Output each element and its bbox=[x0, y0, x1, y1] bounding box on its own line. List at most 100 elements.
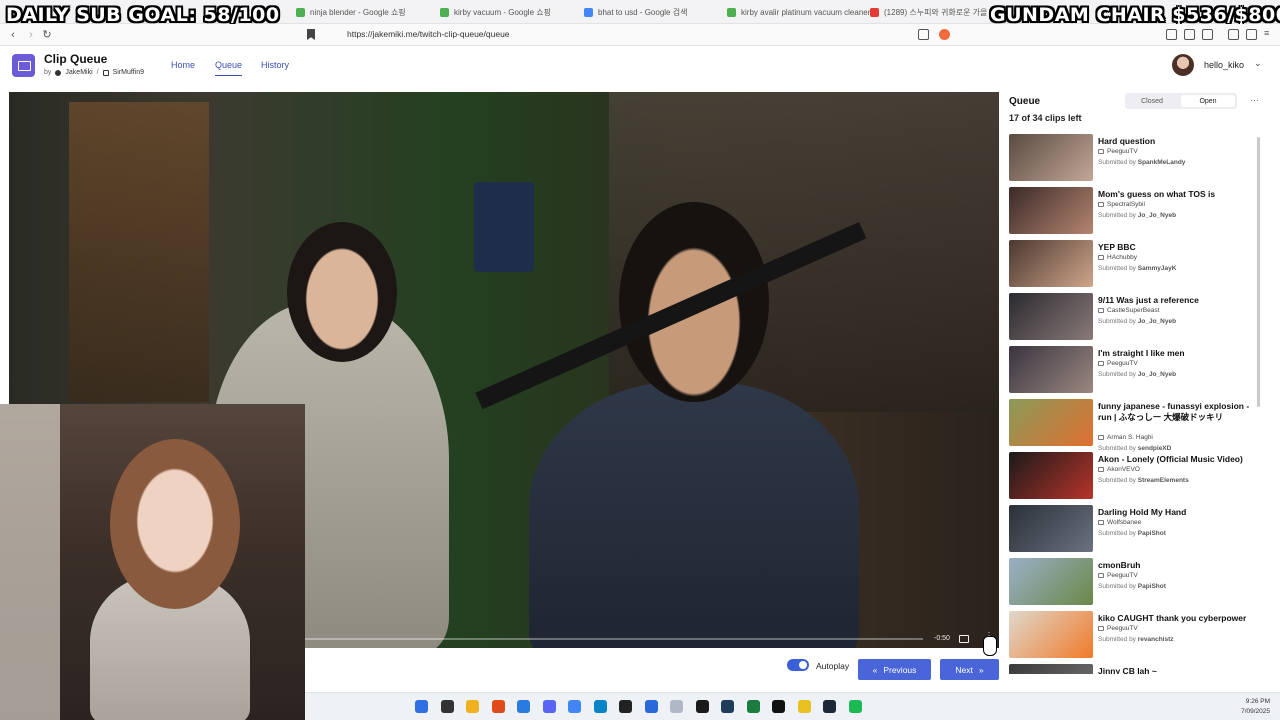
taskbar-app-icon[interactable] bbox=[644, 700, 658, 713]
author-link[interactable]: SirMuffin9 bbox=[113, 69, 144, 76]
reload-icon[interactable]: ↻ bbox=[40, 28, 54, 42]
submitted-by-label: Submitted by bbox=[1098, 265, 1136, 272]
clip-channel-name: Wolfsbanee bbox=[1107, 519, 1142, 526]
app-title: Clip Queue bbox=[44, 52, 108, 66]
nav-history[interactable]: History bbox=[261, 60, 289, 70]
clip-thumbnail[interactable] bbox=[1009, 399, 1093, 446]
clip-thumbnail[interactable] bbox=[1009, 611, 1093, 658]
clip-thumbnail[interactable] bbox=[1009, 346, 1093, 393]
clip-submitter-name: revanchistz bbox=[1137, 636, 1174, 643]
github-icon bbox=[55, 69, 62, 76]
bookmark-icon[interactable] bbox=[307, 29, 315, 40]
extension-icon[interactable] bbox=[1166, 29, 1177, 40]
screenshot-icon[interactable] bbox=[1202, 29, 1213, 40]
browser-tab[interactable]: (1289) 스누피와 귀화로운 가을 🍁 bbox=[870, 4, 1000, 20]
tab-favicon-icon bbox=[870, 7, 879, 17]
taskbar-app-icon[interactable] bbox=[797, 700, 811, 713]
queue-item[interactable]: funny japanese - funassyi explosion - ru… bbox=[1009, 399, 1261, 452]
taskbar-app-icon[interactable] bbox=[568, 700, 581, 713]
clip-title: cmonBruh bbox=[1098, 560, 1141, 570]
queue-item[interactable]: cmonBruh PeeguuTV Submitted by PapiShot bbox=[1009, 558, 1261, 606]
queue-item[interactable]: Hard question PeeguuTV Submitted by Span… bbox=[1009, 134, 1261, 182]
clip-thumbnail[interactable] bbox=[1009, 240, 1093, 287]
clip-submitter-name: PapiShot bbox=[1137, 583, 1166, 590]
queue-item[interactable]: Jinny CB lah ~ Submitted by bbox=[1009, 664, 1261, 674]
picture-in-picture-icon[interactable] bbox=[959, 635, 969, 643]
queue-item[interactable]: Darling Hold My Hand Wolfsbanee Submitte… bbox=[1009, 505, 1261, 553]
taskbar-clock[interactable]: 9:26 PM 7/09/2025 bbox=[1241, 697, 1270, 717]
clip-channel-name: HAchubby bbox=[1107, 254, 1137, 261]
browser-tab[interactable]: kirby avalir platinum vacuum cleaner bbox=[727, 4, 870, 20]
clip-submitter: Submitted by StreamElements bbox=[1098, 477, 1189, 484]
video-scene-poster bbox=[474, 182, 534, 272]
queue-item[interactable]: Akon - Lonely (Official Music Video) Ako… bbox=[1009, 452, 1261, 500]
clip-queue-logo-icon[interactable] bbox=[12, 54, 35, 77]
webcam-person-head bbox=[110, 439, 240, 609]
autoplay-toggle[interactable] bbox=[787, 659, 809, 671]
wallet-icon[interactable] bbox=[1184, 29, 1195, 40]
taskbar-app-icon[interactable] bbox=[619, 700, 632, 713]
clip-thumbnail[interactable] bbox=[1009, 664, 1093, 674]
menu-icon[interactable]: ≡ bbox=[1264, 29, 1275, 40]
browser-tab[interactable]: ninja blender - Google 쇼핑 bbox=[296, 4, 406, 20]
taskbar-app-icon[interactable] bbox=[848, 700, 862, 713]
channel-icon bbox=[1098, 435, 1104, 440]
autoplay-label: Autoplay bbox=[816, 661, 850, 671]
queue-item[interactable]: I'm straight I like men PeeguuTV Submitt… bbox=[1009, 346, 1261, 394]
clip-thumbnail[interactable] bbox=[1009, 134, 1093, 181]
queue-item[interactable]: 9/11 Was just a reference CastleSuperBea… bbox=[1009, 293, 1261, 341]
taskbar-app-icon[interactable] bbox=[695, 700, 709, 713]
clip-title: Jinny CB lah ~ bbox=[1098, 666, 1157, 674]
nav-home[interactable]: Home bbox=[171, 60, 195, 70]
brave-shield-icon[interactable] bbox=[939, 29, 950, 40]
taskbar-app-icon[interactable] bbox=[491, 700, 505, 713]
queue-menu-icon[interactable]: ··· bbox=[1250, 95, 1259, 105]
clip-thumbnail[interactable] bbox=[1009, 187, 1093, 234]
playlist-icon[interactable] bbox=[1228, 29, 1239, 40]
queue-closed-option[interactable]: Closed bbox=[1125, 93, 1179, 109]
taskbar-app-icon[interactable] bbox=[466, 700, 479, 713]
taskbar-app-icon[interactable] bbox=[593, 700, 607, 713]
clip-channel-name: PeeguuTV bbox=[1107, 625, 1138, 632]
queue-item[interactable]: Mom's guess on what TOS is SpectralSybil… bbox=[1009, 187, 1261, 235]
taskbar-app-icon[interactable] bbox=[772, 700, 785, 713]
queue-item[interactable]: kiko CAUGHT thank you cyberpower PeeguuT… bbox=[1009, 611, 1261, 659]
browser-tab[interactable]: kirby vacuum - Google 쇼핑 bbox=[440, 4, 551, 20]
chevron-down-icon[interactable]: ⌄ bbox=[1254, 58, 1262, 69]
taskbar-app-icon[interactable] bbox=[746, 700, 760, 713]
queue-open-option[interactable]: Open bbox=[1181, 95, 1235, 107]
share-icon[interactable] bbox=[918, 29, 929, 40]
channel-icon bbox=[1098, 361, 1104, 366]
browser-tab[interactable]: bhat to usd - Google 검색 bbox=[584, 4, 687, 20]
previous-button[interactable]: « Previous bbox=[858, 659, 931, 680]
taskbar-app-icon[interactable] bbox=[542, 700, 556, 713]
avatar[interactable] bbox=[1172, 54, 1194, 76]
queue-status-toggle[interactable]: Closed Open bbox=[1125, 93, 1237, 109]
nav-queue[interactable]: Queue bbox=[215, 60, 243, 76]
video-person-left-head bbox=[287, 222, 397, 362]
queue-item[interactable]: YEP BBC HAchubby Submitted by SammyJayK bbox=[1009, 240, 1261, 288]
back-arrow-icon[interactable]: ‹ bbox=[6, 28, 20, 42]
taskbar-app-icon[interactable] bbox=[721, 700, 734, 713]
clip-thumbnail[interactable] bbox=[1009, 293, 1093, 340]
clip-thumbnail[interactable] bbox=[1009, 452, 1093, 499]
clip-channel-name: SpectralSybil bbox=[1107, 201, 1145, 208]
taskbar-app-icon[interactable] bbox=[415, 700, 428, 713]
taskbar-app-icon[interactable] bbox=[823, 700, 836, 713]
channel-icon bbox=[1098, 467, 1104, 472]
username[interactable]: hello_kiko bbox=[1204, 60, 1244, 70]
taskbar-app-icon[interactable] bbox=[517, 700, 530, 713]
tab-label: bhat to usd - Google 검색 bbox=[598, 7, 688, 17]
sidebar-icon[interactable] bbox=[1246, 29, 1257, 40]
next-button[interactable]: Next » bbox=[940, 659, 999, 680]
author-link[interactable]: JakeMiki bbox=[65, 69, 92, 76]
clip-thumbnail[interactable] bbox=[1009, 505, 1093, 552]
clip-thumbnail[interactable] bbox=[1009, 558, 1093, 605]
twitch-icon bbox=[102, 69, 109, 76]
forward-arrow-icon[interactable]: › bbox=[24, 28, 38, 42]
url-field[interactable]: https://jakemiki.me/twitch-clip-queue/qu… bbox=[347, 29, 510, 39]
clip-submitter: Submitted by SpankMeLandy bbox=[1098, 159, 1185, 166]
video-progress-bar[interactable] bbox=[305, 638, 923, 640]
taskbar-app-icon[interactable] bbox=[670, 700, 683, 713]
taskbar-app-icon[interactable] bbox=[440, 700, 454, 713]
